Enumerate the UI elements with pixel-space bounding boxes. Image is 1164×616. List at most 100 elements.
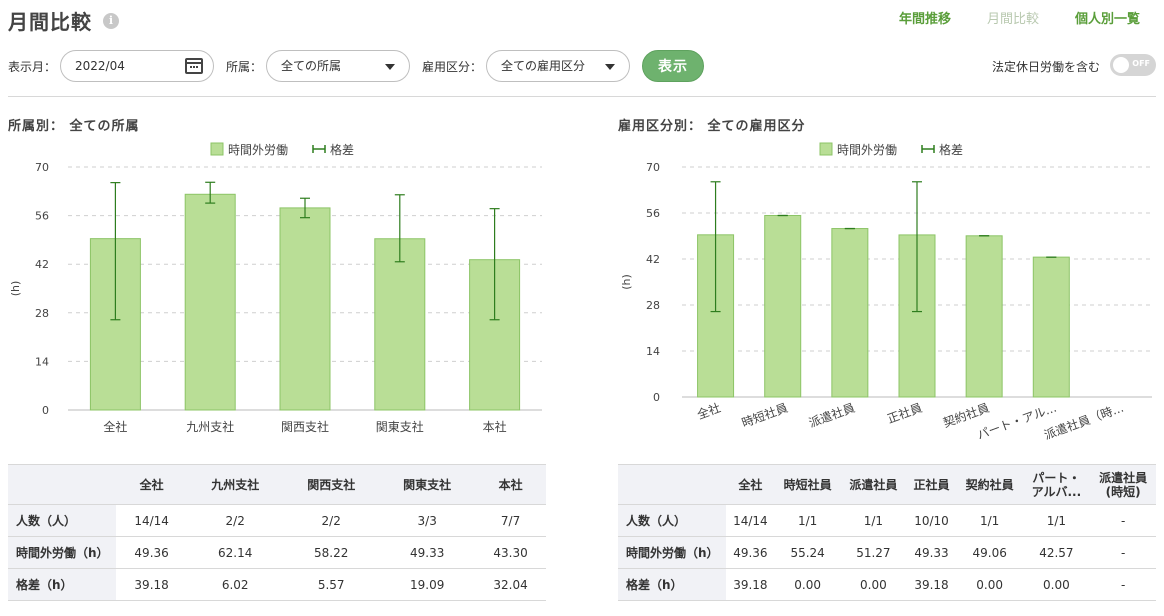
table-cell: 6.02	[187, 568, 284, 601]
table-cell: 0.00	[956, 568, 1023, 601]
table-cell: 7/7	[475, 504, 546, 537]
column-header: 時短社員	[774, 464, 841, 505]
legend-error-label: 格差	[939, 142, 963, 157]
table-row: 格差（h） 39.18 6.02 5.57 19.09 32.04	[8, 568, 546, 601]
table-cell: 14/14	[116, 504, 188, 537]
table-cell: 49.36	[726, 536, 775, 569]
chevron-down-icon	[605, 64, 615, 70]
table-cell: 58.22	[283, 536, 380, 569]
table-cell: 39.18	[906, 568, 957, 601]
bar	[374, 238, 426, 411]
x-tick-label: 時短社員	[739, 400, 789, 431]
column-header: 全社	[726, 464, 775, 505]
column-header: パート・ アルバ...	[1022, 464, 1091, 505]
table-cell: 51.27	[840, 536, 907, 569]
chevron-down-icon	[385, 64, 395, 70]
column-header: 正社員	[906, 464, 957, 505]
x-tick-label: 九州支社	[186, 419, 234, 434]
row-header: 格差（h）	[618, 568, 726, 601]
bar	[184, 193, 236, 411]
column-header: 九州支社	[187, 464, 284, 505]
table-row: 人数（人） 14/14 1/1 1/1 10/10 1/1 1/1-	[618, 504, 1156, 537]
y-tick-label: 56	[646, 207, 660, 220]
y-tick-label: 56	[35, 210, 49, 223]
x-tick-label: 関東支社	[376, 419, 424, 434]
row-header: 格差（h）	[8, 568, 116, 601]
y-tick-label: 0	[653, 391, 660, 404]
column-header: 派遣社員 (時短)	[1090, 464, 1156, 505]
bar	[831, 228, 869, 398]
table-cell: 39.18	[116, 568, 188, 601]
table-cell: 55.24	[774, 536, 841, 569]
y-axis-label: (h)	[620, 274, 633, 290]
show-button[interactable]: 表示	[642, 50, 704, 82]
nav-yearly-link[interactable]: 年間推移	[899, 8, 951, 27]
table-cell: 1/1	[1022, 504, 1091, 537]
table-cell: 1/1	[840, 504, 907, 537]
divider	[8, 96, 1156, 97]
dept-select[interactable]: 全ての所属	[266, 50, 410, 82]
table-cell: 5.57	[283, 568, 380, 601]
table-header-row: 全社 九州支社 関西支社 関東支社 本社	[8, 464, 546, 505]
bar	[1032, 256, 1070, 398]
table-cell: 0.00	[774, 568, 841, 601]
table-cell: -	[1090, 504, 1156, 537]
table-cell: 10/10	[906, 504, 957, 537]
table-header-row: 全社 時短社員 派遣社員 正社員 契約社員 パート・ アルバ... 派遣社員 (時短)	[618, 464, 1156, 505]
month-picker[interactable]: 2022/04	[60, 50, 214, 82]
y-tick-label: 70	[35, 161, 49, 174]
table-cell: -	[1090, 536, 1156, 569]
row-header: 人数（人）	[618, 504, 726, 537]
table-cell: 0.00	[1022, 568, 1091, 601]
table-cell: 49.36	[116, 536, 188, 569]
page-title: 月間比較	[8, 10, 92, 34]
holiday-label: 法定休日労働を含む	[991, 60, 1100, 74]
table-cell: 1/1	[956, 504, 1023, 537]
legend-bar-label: 時間外労働	[228, 143, 288, 157]
column-header: 派遣社員	[840, 464, 907, 505]
row-header: 時間外労働（h）	[618, 536, 726, 569]
nav-individual-link[interactable]: 個人別一覧	[1075, 8, 1140, 27]
column-header: 本社	[475, 464, 546, 505]
row-header: 人数（人）	[8, 504, 116, 537]
table-cell: 1/1	[774, 504, 841, 537]
table-cell: 62.14	[187, 536, 284, 569]
toggle-state: OFF	[1132, 59, 1150, 68]
column-header: 関西支社	[283, 464, 380, 505]
calendar-icon[interactable]	[185, 58, 203, 74]
dept-table: 全社 九州支社 関西支社 関東支社 本社 人数（人） 14/14 2/2 2/2 3/3 7/7 時…	[8, 464, 546, 601]
month-label: 表示月：	[8, 60, 57, 74]
table-row: 人数（人） 14/14 2/2 2/2 3/3 7/7	[8, 504, 546, 537]
table-row: 格差（h） 39.18 0.00 0.00 39.18 0.00 0.00-	[618, 568, 1156, 601]
table-cell: 49.33	[906, 536, 957, 569]
table-cell: 0.00	[840, 568, 907, 601]
y-axis-label: (h)	[9, 281, 22, 297]
view-nav: 年間推移 月間比較 個人別一覧	[899, 8, 1140, 27]
dept-value: 全ての所属	[281, 59, 342, 73]
table-cell: 32.04	[475, 568, 546, 601]
table-row: 時間外労働（h） 49.36 62.14 58.22 49.33 43.30	[8, 536, 546, 569]
info-icon[interactable]: i	[103, 13, 119, 29]
y-tick-label: 0	[42, 404, 49, 417]
table-cell: 43.30	[475, 536, 546, 569]
dept-chart-title: 所属別： 全ての所属	[8, 119, 140, 134]
holiday-toggle[interactable]: OFF	[1110, 54, 1156, 76]
table-cell: 19.09	[379, 568, 476, 601]
toggle-knob	[1113, 57, 1129, 73]
emp-select[interactable]: 全ての雇用区分	[486, 50, 630, 82]
x-tick-label: 全社	[695, 400, 723, 422]
y-tick-label: 42	[646, 253, 660, 266]
x-tick-label: 本社	[483, 419, 507, 434]
column-header	[618, 464, 726, 505]
x-tick-label: 関西支社	[281, 419, 329, 434]
x-tick-label: 正社員	[885, 400, 924, 426]
month-value: 2022/04	[75, 59, 125, 73]
legend-bar-swatch	[819, 142, 833, 156]
dept-bar-chart: 時間外労働 格差 (h) 0 14 28 42 56 70 全社 九州支社 関西支社 関東支社 本社	[9, 142, 542, 434]
column-header	[8, 464, 116, 505]
emp-bar-chart: 時間外労働 格差(h)01428425670全社 時短社員 派遣社員 正社員 契約社員パー…	[620, 142, 1152, 442]
y-tick-label: 42	[35, 258, 49, 271]
table-cell: 49.33	[379, 536, 476, 569]
column-header: 契約社員	[956, 464, 1023, 505]
table-cell: 2/2	[283, 504, 380, 537]
